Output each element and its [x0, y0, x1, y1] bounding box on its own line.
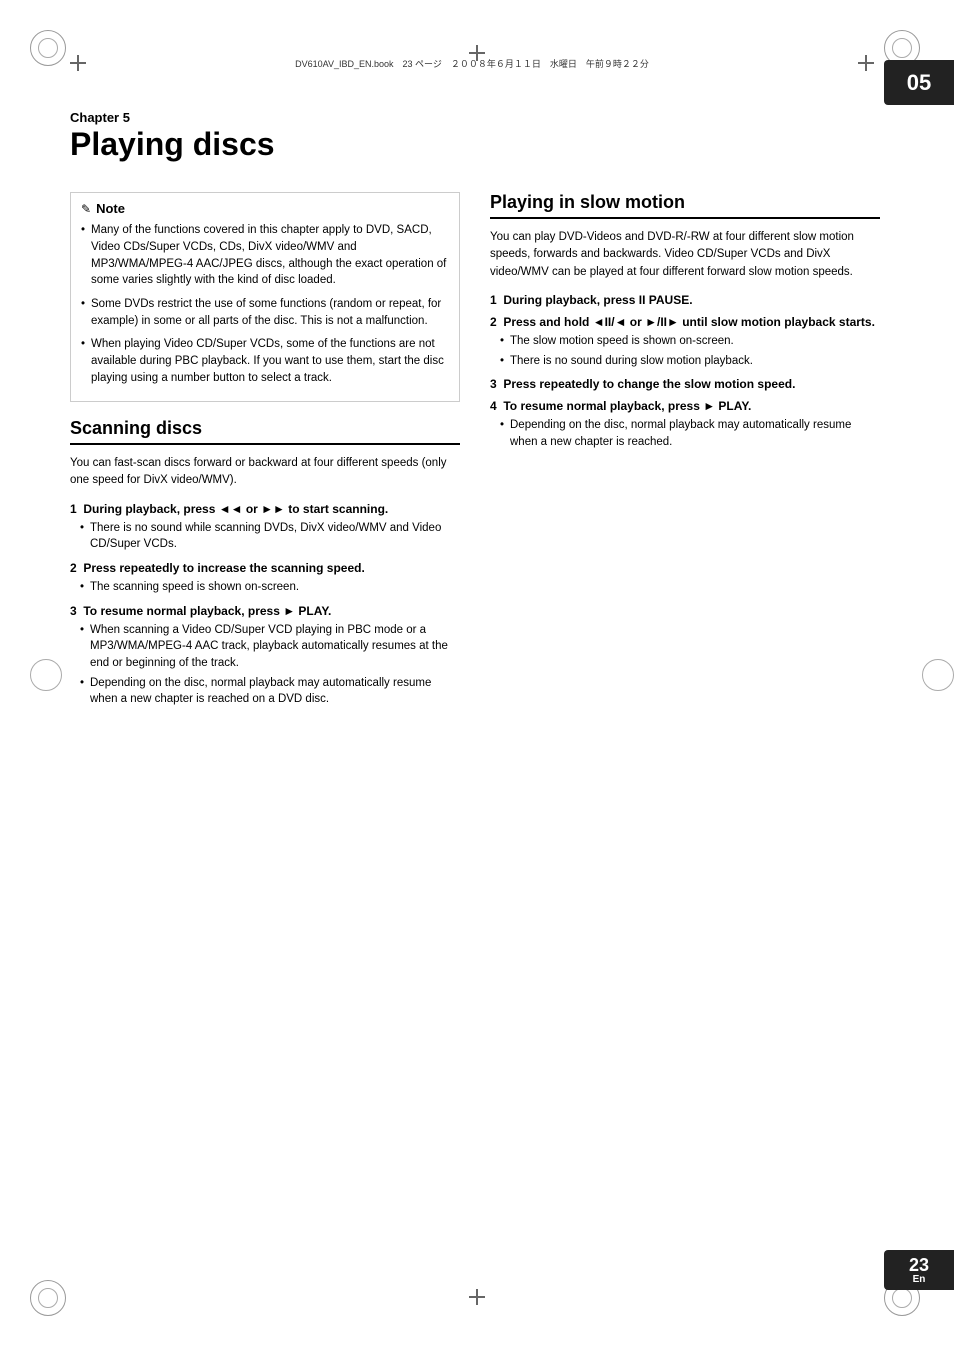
scanning-step-3-heading: 3 To resume normal playback, press ► PLA… — [70, 604, 460, 618]
note-item-1: Some DVDs restrict the use of some funct… — [81, 296, 449, 329]
slow-step-4-bullets: Depending on the disc, normal playback m… — [500, 417, 880, 450]
scanning-step-2-heading: 2 Press repeatedly to increase the scann… — [70, 561, 460, 575]
corner-circle-tl — [30, 30, 66, 66]
slow-step-4: 4 To resume normal playback, press ► PLA… — [490, 399, 880, 450]
slow-step-4-heading: 4 To resume normal playback, press ► PLA… — [490, 399, 880, 413]
slow-motion-heading: Playing in slow motion — [490, 192, 880, 219]
scanning-step-3: 3 To resume normal playback, press ► PLA… — [70, 604, 460, 708]
slow-step-2: 2 Press and hold ◄II/◄ or ►/II► until sl… — [490, 315, 880, 369]
note-list: Many of the functions covered in this ch… — [81, 222, 449, 386]
scanning-step-3-bullet-1: Depending on the disc, normal playback m… — [80, 675, 460, 708]
left-nav-circle — [30, 659, 62, 691]
corner-decoration-tl — [30, 30, 70, 70]
slow-step-3-heading: 3 Press repeatedly to change the slow mo… — [490, 377, 880, 391]
scanning-step-2-bullet-0: The scanning speed is shown on-screen. — [80, 579, 460, 596]
page-number: 23 — [909, 1256, 929, 1274]
metadata-text: DV610AV_IBD_EN.book 23 ページ ２００８年６月１１日 水曜… — [92, 57, 852, 70]
slow-step-1-heading: 1 During playback, press II PAUSE. — [490, 293, 880, 307]
scanning-step-1-bullet-0: There is no sound while scanning DVDs, D… — [80, 520, 460, 553]
page-lang: En — [913, 1274, 926, 1285]
left-column: ✎ Note Many of the functions covered in … — [70, 192, 460, 716]
bottom-crosshair — [469, 1289, 485, 1305]
scanning-section-heading: Scanning discs — [70, 418, 460, 445]
note-label: Note — [96, 201, 125, 216]
slow-step-1: 1 During playback, press II PAUSE. — [490, 293, 880, 307]
chapter-tab-number: 05 — [907, 70, 931, 96]
slow-step-2-bullets: The slow motion speed is shown on-screen… — [500, 333, 880, 369]
note-box: ✎ Note Many of the functions covered in … — [70, 192, 460, 402]
nav-arrow-left — [30, 659, 62, 691]
note-item-2: When playing Video CD/Super VCDs, some o… — [81, 336, 449, 386]
slow-step-4-bullet-0: Depending on the disc, normal playback m… — [500, 417, 880, 450]
scanning-step-2-bullets: The scanning speed is shown on-screen. — [80, 579, 460, 596]
scanning-step-1: 1 During playback, press ◄◄ or ►► to sta… — [70, 502, 460, 553]
slow-step-2-heading: 2 Press and hold ◄II/◄ or ►/II► until sl… — [490, 315, 880, 329]
corner-circle-bl — [30, 1280, 66, 1316]
note-header: ✎ Note — [81, 201, 449, 216]
scanning-section-intro: You can fast-scan discs forward or backw… — [70, 455, 460, 490]
scanning-step-2: 2 Press repeatedly to increase the scann… — [70, 561, 460, 596]
right-column: Playing in slow motion You can play DVD-… — [490, 192, 880, 716]
chapter-tab: 05 — [884, 60, 954, 105]
slow-step-2-bullet-1: There is no sound during slow motion pla… — [500, 353, 880, 370]
right-nav-circle — [922, 659, 954, 691]
content-area: ✎ Note Many of the functions covered in … — [70, 192, 884, 716]
scanning-step-3-bullet-0: When scanning a Video CD/Super VCD playi… — [80, 622, 460, 672]
note-icon: ✎ — [81, 202, 91, 216]
slow-step-3: 3 Press repeatedly to change the slow mo… — [490, 377, 880, 391]
slow-step-2-bullet-0: The slow motion speed is shown on-screen… — [500, 333, 880, 350]
scanning-step-1-heading: 1 During playback, press ◄◄ or ►► to sta… — [70, 502, 460, 516]
scanning-step-3-bullets: When scanning a Video CD/Super VCD playi… — [80, 622, 460, 708]
page-tab: 23 En — [884, 1250, 954, 1290]
metadata-line: DV610AV_IBD_EN.book 23 ページ ２００８年６月１１日 水曜… — [70, 55, 874, 71]
main-content: Chapter 5 Playing discs ✎ Note Many of t… — [70, 110, 884, 716]
nav-arrow-right — [922, 659, 954, 691]
corner-decoration-bl — [30, 1280, 70, 1320]
chapter-label: Chapter 5 — [70, 110, 884, 125]
note-item-0: Many of the functions covered in this ch… — [81, 222, 449, 289]
page-container: 05 23 En DV610AV_IBD_EN.book 23 ページ ２００８… — [0, 0, 954, 1350]
chapter-title: Playing discs — [70, 127, 884, 162]
scanning-step-1-bullets: There is no sound while scanning DVDs, D… — [80, 520, 460, 553]
slow-motion-intro: You can play DVD-Videos and DVD-R/-RW at… — [490, 229, 880, 281]
